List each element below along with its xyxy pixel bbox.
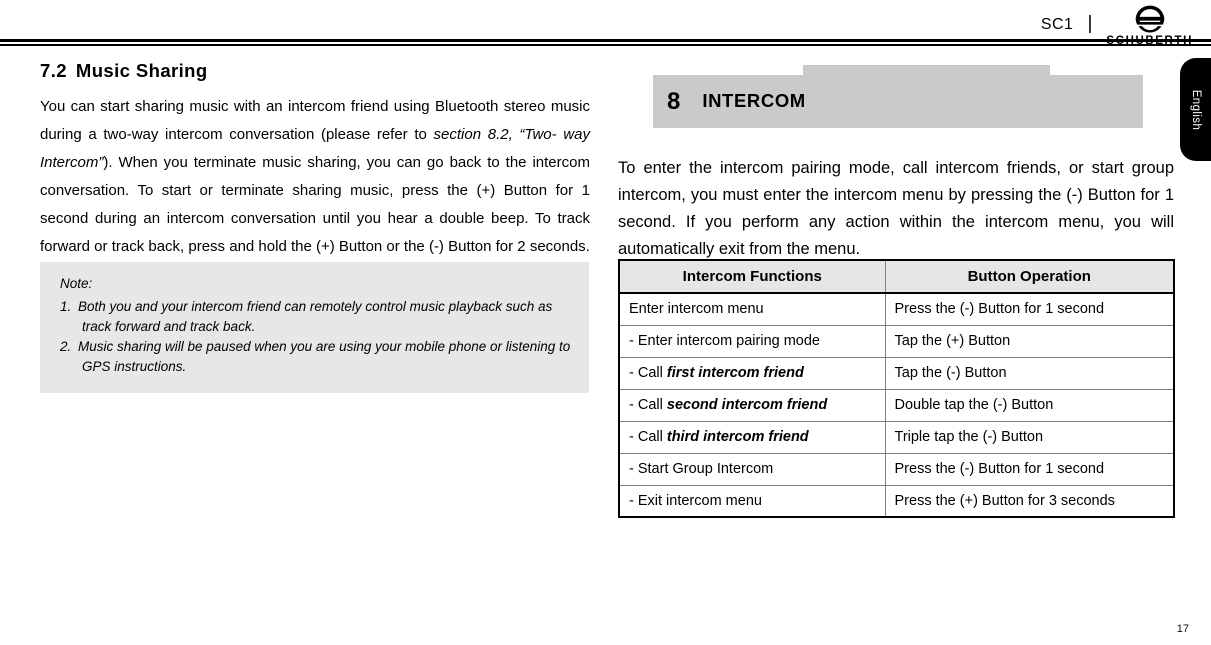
note-box: Note: 1. Both you and your intercom frien…: [40, 262, 589, 393]
table-row: - Exit intercom menu Press the (+) Butto…: [618, 484, 1175, 518]
brand-separator: |: [1087, 13, 1093, 34]
function-emphasis: second intercom friend: [666, 397, 828, 413]
function-text: - Start Group Intercom: [629, 461, 774, 477]
table-body: Enter intercom menu Press the (-) Button…: [618, 292, 1175, 518]
chapter-intro-paragraph: To enter the intercom pairing mode, call…: [618, 159, 1174, 258]
header-rule-thin: [0, 44, 1211, 46]
manual-page: SC1 | SCHUBERTH 7.2 Music Sharing You can…: [0, 0, 1211, 645]
column-header-intercom-functions: Intercom Functions: [618, 259, 886, 294]
paragraph-part-3: ). When you terminate music sharing, you…: [40, 154, 590, 255]
function-text: - Exit intercom menu: [629, 492, 762, 509]
cell-operation: Press the (-) Button for 1 second: [884, 452, 1175, 486]
function-text: - Call: [629, 397, 667, 413]
section-title: Music Sharing: [75, 60, 208, 81]
header-rule-thick: [0, 39, 1211, 42]
cell-operation: Press the (-) Button for 1 second: [884, 292, 1175, 326]
section-paragraph: You can start sharing music with an inte…: [40, 93, 590, 261]
section-heading: 7.2 Music Sharing: [40, 60, 590, 82]
cell-operation: Triple tap the (-) Button: [884, 420, 1175, 454]
cell-function: - Call second intercom friend: [618, 388, 886, 422]
note-list: 1. Both you and your intercom friend can …: [60, 297, 573, 376]
chapter-title: INTERCOM: [702, 90, 806, 112]
table-row: - Call first intercom friend Tap the (-)…: [618, 356, 1175, 390]
note-item-number: 1.: [60, 299, 72, 314]
cell-function: - Start Group Intercom: [618, 452, 886, 486]
page-number: 17: [1176, 623, 1189, 635]
function-emphasis: third intercom friend: [666, 429, 809, 445]
cell-operation: Tap the (+) Button: [884, 324, 1175, 358]
schuberth-helmet-logo-icon: [1135, 5, 1164, 33]
chapter-heading-band: 8 INTERCOM: [653, 75, 1143, 128]
note-item-number: 2.: [60, 339, 72, 354]
note-title: Note:: [60, 276, 93, 291]
intercom-operations-table: Intercom Functions Button Operation Ente…: [618, 259, 1175, 518]
table-row: - Enter intercom pairing mode Tap the (+…: [618, 324, 1175, 358]
cell-function: - Enter intercom pairing mode: [618, 324, 886, 358]
table-header: Intercom Functions Button Operation: [618, 259, 1175, 294]
note-list-item: 2. Music sharing will be paused when you …: [60, 337, 573, 376]
note-item-text: Both you and your intercom friend can re…: [78, 299, 553, 334]
function-text: - Call: [629, 429, 667, 445]
cell-function: - Call first intercom friend: [618, 356, 886, 390]
cell-operation: Press the (+) Button for 3 seconds: [884, 484, 1175, 518]
cell-operation: Tap the (-) Button: [884, 356, 1175, 390]
cell-function: Enter intercom menu: [618, 292, 886, 326]
section-number: 7.2: [40, 60, 67, 81]
function-text: Enter intercom menu: [629, 301, 764, 318]
function-text: - Call: [629, 365, 667, 381]
function-text: - Enter intercom pairing mode: [629, 333, 820, 349]
page-header: SC1 | SCHUBERTH: [0, 0, 1211, 47]
cell-function: - Call third intercom friend: [618, 420, 886, 454]
cell-function: - Exit intercom menu: [618, 484, 886, 518]
table-row: Enter intercom menu Press the (-) Button…: [618, 292, 1175, 326]
chapter-number: 8: [667, 87, 681, 115]
table-row: - Call second intercom friend Double tap…: [618, 388, 1175, 422]
note-item-text: Music sharing will be paused when you ar…: [78, 339, 571, 374]
left-column: 7.2 Music Sharing You can start sharing m…: [40, 60, 590, 261]
function-emphasis: first intercom friend: [666, 365, 804, 381]
note-list-item: 1. Both you and your intercom friend can …: [60, 297, 573, 336]
table-row: - Call third intercom friend Triple tap …: [618, 420, 1175, 454]
column-header-button-operation: Button Operation: [884, 259, 1175, 294]
table-header-row: Intercom Functions Button Operation: [618, 259, 1175, 294]
cell-operation: Double tap the (-) Button: [884, 388, 1175, 422]
language-tab: English: [1180, 58, 1211, 161]
table-row: - Start Group Intercom Press the (-) But…: [618, 452, 1175, 486]
language-tab-label: English: [1189, 89, 1202, 130]
product-model-label: SC1: [1040, 15, 1074, 33]
